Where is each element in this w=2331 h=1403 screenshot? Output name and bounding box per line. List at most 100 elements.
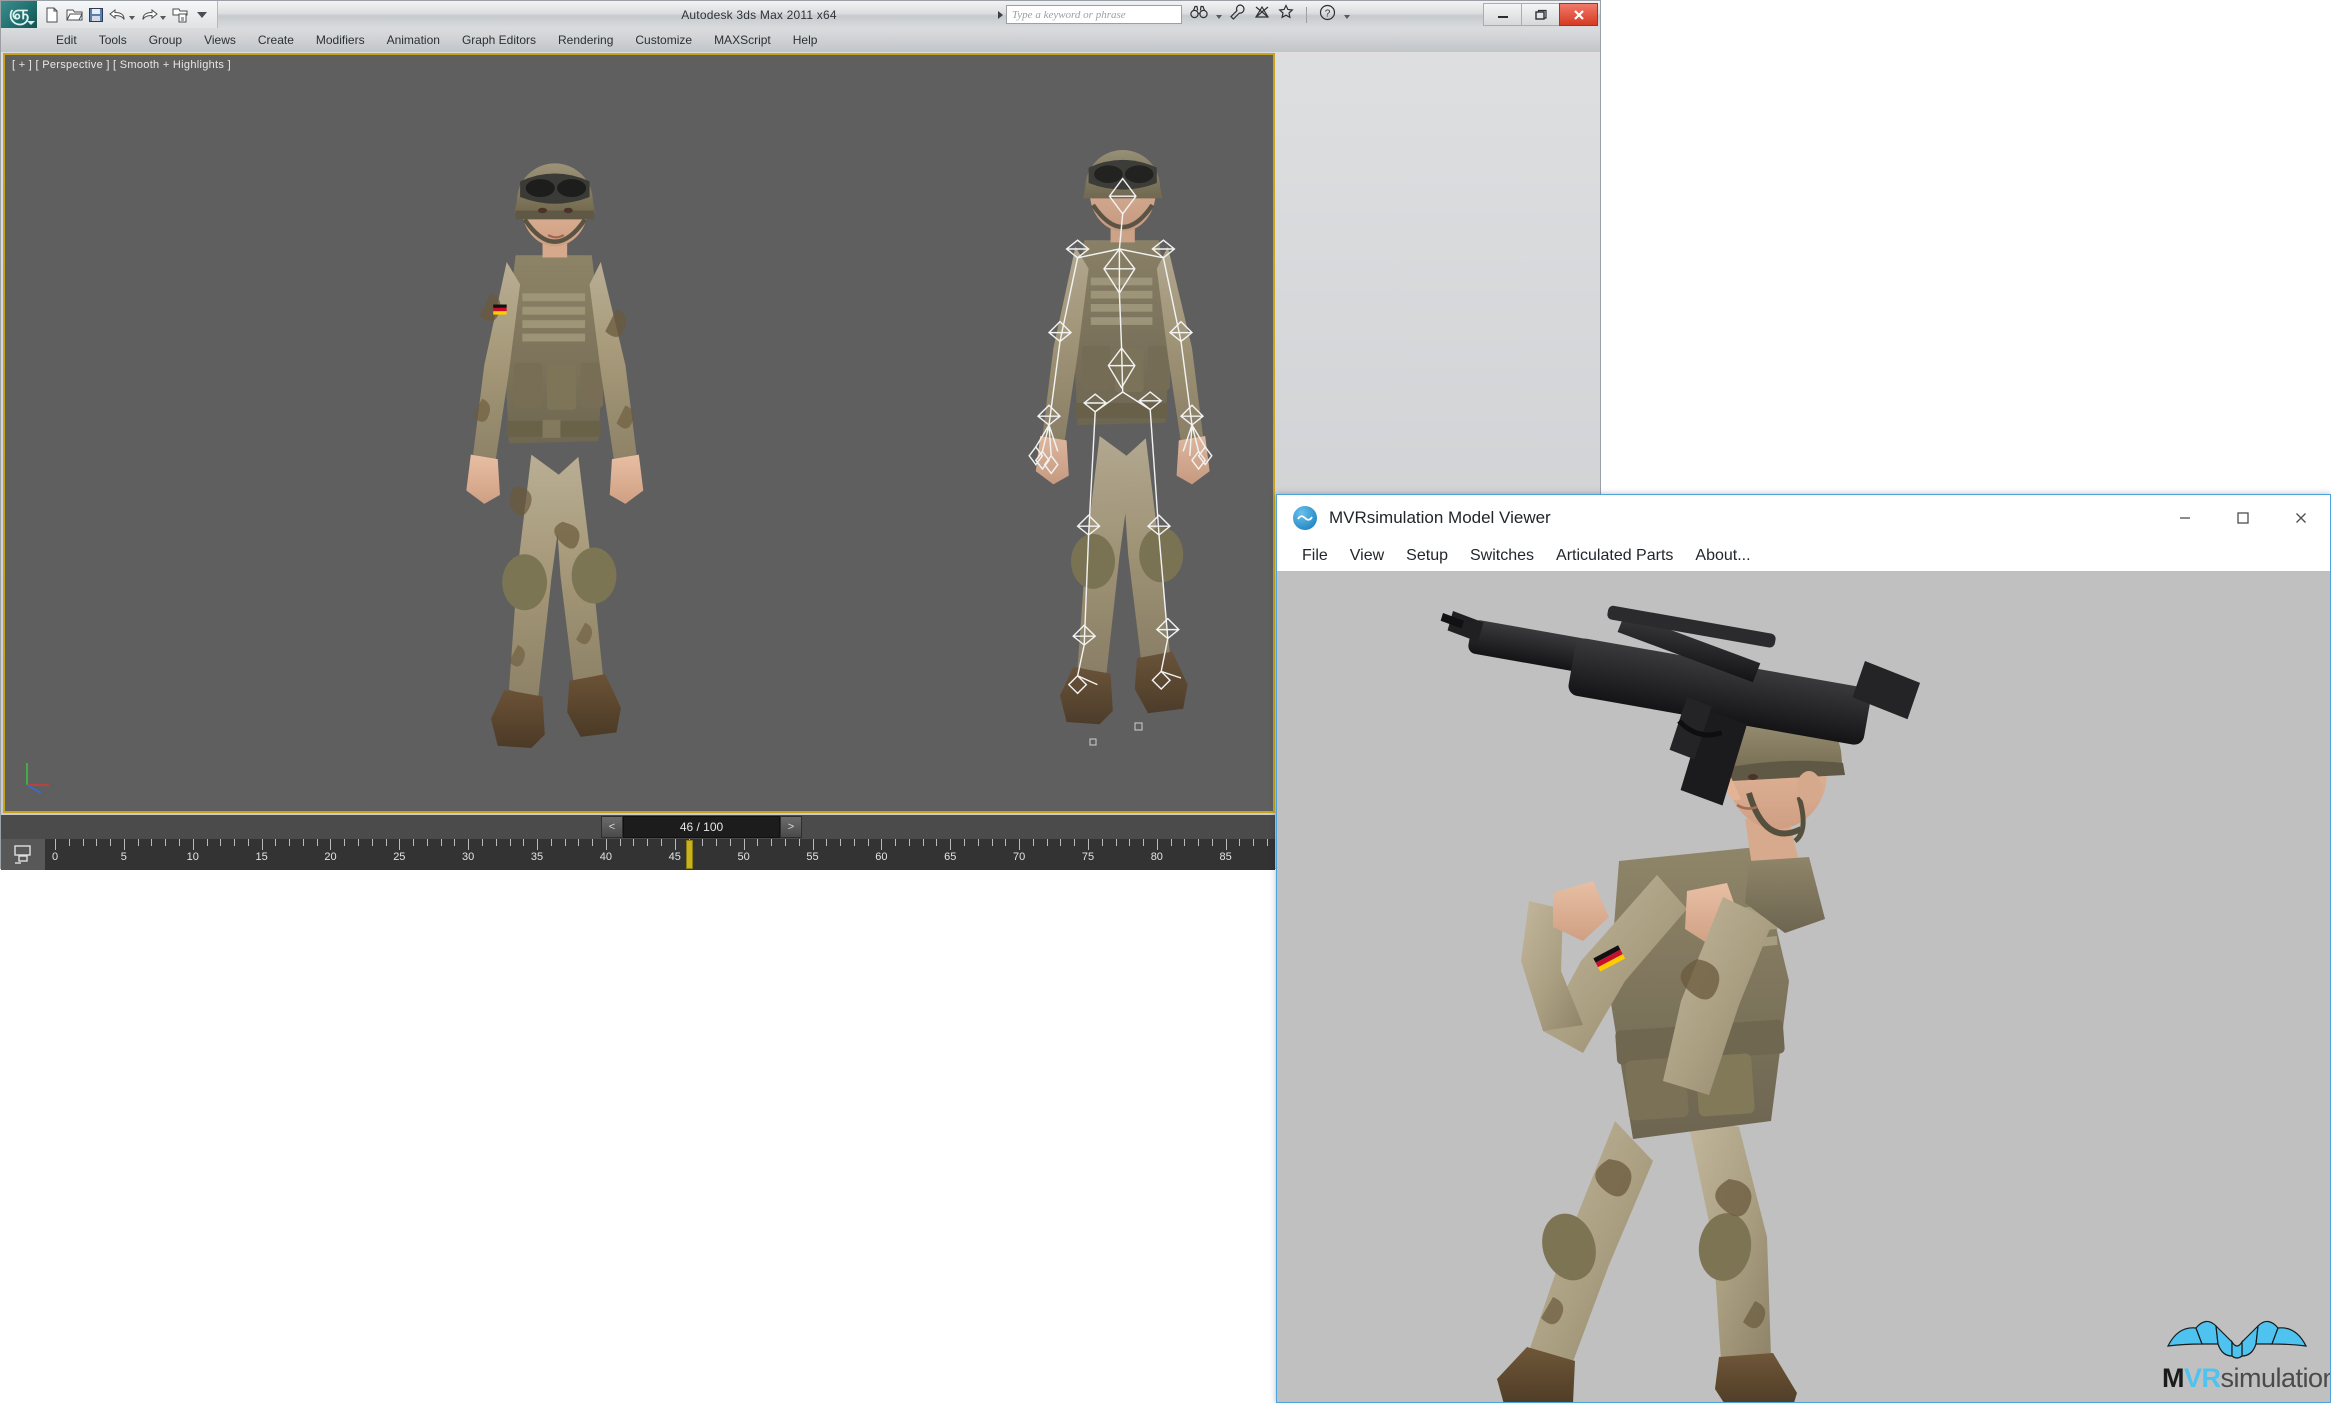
ruler-tick <box>674 839 676 850</box>
ruler-tick <box>950 839 952 850</box>
ruler-tick <box>1225 839 1227 850</box>
new-file-button[interactable] <box>41 4 63 26</box>
ruler-tick <box>330 839 332 850</box>
ruler-tick <box>867 839 869 846</box>
ruler-tick <box>178 839 180 846</box>
ruler-tick <box>234 839 236 846</box>
timeline-ruler[interactable]: 0 5 10 15 20 25 30 35 40 45 50 55 60 65 70 75 80 85 <box>1 839 1275 870</box>
ruler-tick <box>82 839 84 846</box>
mvr-minimize-button[interactable] <box>2156 495 2214 541</box>
help-question-icon[interactable]: ? <box>1319 4 1336 26</box>
mvr-menu-articulated-parts[interactable]: Articulated Parts <box>1545 541 1684 571</box>
mvr-menu-setup[interactable]: Setup <box>1395 541 1459 571</box>
ruler-tick-label: 50 <box>737 851 750 863</box>
wordmark-simulation: simulation <box>2220 1363 2330 1393</box>
frame-readout[interactable]: 46 / 100 <box>623 816 780 838</box>
key-mode-toggle-icon[interactable] <box>1 839 45 870</box>
ruler-tick <box>853 839 855 846</box>
mvr-menu-file[interactable]: File <box>1291 541 1339 571</box>
menu-item-modifiers[interactable]: Modifiers <box>305 28 376 52</box>
ruler-tick <box>661 839 662 846</box>
favorites-star-icon[interactable] <box>1278 4 1294 25</box>
menu-item-create[interactable]: Create <box>247 28 305 52</box>
binoculars-icon[interactable] <box>1190 5 1208 24</box>
ruler-tick <box>1019 839 1021 850</box>
infocenter-expand-icon[interactable] <box>998 10 1003 19</box>
menu-item-maxscript[interactable]: MAXScript <box>703 28 782 52</box>
ruler-tick-label: 75 <box>1081 851 1095 863</box>
ruler-tick-label: 15 <box>255 851 268 863</box>
ruler-tick <box>385 839 387 846</box>
menu-item-graph-editors[interactable]: Graph Editors <box>451 28 547 52</box>
ruler-tick <box>151 839 153 846</box>
svg-text:?: ? <box>1325 8 1331 19</box>
3dsmax-logo-icon[interactable]: ஞ <box>1 1 37 28</box>
subscription-icon[interactable] <box>1254 4 1270 25</box>
undo-dropdown[interactable] <box>129 15 135 20</box>
ruler-tick-label: 65 <box>944 851 957 863</box>
wordmark-vr: VR <box>2184 1363 2221 1393</box>
toolbar-divider <box>1306 6 1307 23</box>
mvr-maximize-button[interactable] <box>2214 495 2272 541</box>
mvr-close-button[interactable] <box>2272 495 2330 541</box>
viewport-3d-scene <box>466 150 1213 749</box>
screenshot-root: ஞ Autodesk 3ds Max 2011 x64 Type a keywo… <box>0 0 2331 1403</box>
ruler-tick <box>964 839 965 846</box>
mvr-viewport[interactable]: MVRsimulation <box>1277 571 2330 1402</box>
timeline-playhead[interactable] <box>685 840 693 869</box>
previous-frame-button[interactable]: < <box>601 816 623 838</box>
ruler-tick <box>1170 839 1172 846</box>
ruler-tick <box>881 839 883 850</box>
ruler-tick <box>564 839 566 846</box>
ruler-tick <box>757 839 759 846</box>
close-button[interactable] <box>1559 3 1598 26</box>
wrench-icon[interactable] <box>1230 4 1246 25</box>
mvr-menu-switches[interactable]: Switches <box>1459 541 1545 571</box>
menu-item-help[interactable]: Help <box>782 28 829 52</box>
ruler-tick-label: 60 <box>875 851 888 863</box>
undo-button[interactable] <box>107 4 129 26</box>
search-input[interactable]: Type a keyword or phrase <box>1006 5 1182 24</box>
menu-item-edit[interactable]: Edit <box>45 28 88 52</box>
chevron-down-icon[interactable] <box>27 21 35 25</box>
perspective-viewport[interactable]: [ + ] [ Perspective ] [ Smooth + Highlig… <box>3 53 1275 813</box>
ruler-tick <box>481 839 483 846</box>
mvrsimulation-wings-icon <box>2166 1320 2308 1359</box>
soldier-model-with-rig <box>1028 150 1213 725</box>
restore-button[interactable] <box>1521 3 1560 26</box>
mvr-menu-view[interactable]: View <box>1339 541 1395 571</box>
open-file-button[interactable] <box>63 4 85 26</box>
viewport-label[interactable]: [ + ] [ Perspective ] [ Smooth + Highlig… <box>12 59 231 71</box>
ruler-tick <box>206 839 208 846</box>
quick-access-customize[interactable] <box>191 4 213 26</box>
chevron-down-icon[interactable] <box>1344 14 1350 19</box>
next-frame-button[interactable]: > <box>780 816 802 838</box>
set-project-folder-button[interactable] <box>169 4 191 26</box>
redo-button[interactable] <box>138 4 160 26</box>
save-file-button[interactable] <box>85 4 107 26</box>
ruler-tick <box>840 839 842 846</box>
ruler-tick <box>165 839 167 846</box>
menu-item-animation[interactable]: Animation <box>376 28 451 52</box>
mvr-menu-about[interactable]: About... <box>1684 541 1761 571</box>
ruler-tick <box>426 839 428 846</box>
ruler-tick <box>371 839 373 846</box>
menu-item-rendering[interactable]: Rendering <box>547 28 624 52</box>
menu-item-group[interactable]: Group <box>138 28 193 52</box>
minimize-button[interactable] <box>1483 3 1522 26</box>
ruler-tick-label: 55 <box>806 851 819 863</box>
ruler-tick <box>440 839 442 846</box>
mvrsimulation-logo: MVRsimulation <box>2162 1314 2330 1393</box>
menu-item-customize[interactable]: Customize <box>624 28 703 52</box>
ruler-tick <box>220 839 222 846</box>
ruler-tick <box>826 839 828 846</box>
ruler-tick-label: 25 <box>393 851 406 863</box>
redo-dropdown[interactable] <box>160 15 166 20</box>
menu-item-tools[interactable]: Tools <box>88 28 138 52</box>
ruler-tick <box>1198 839 1200 846</box>
ruler-tick <box>991 839 993 846</box>
menu-item-views[interactable]: Views <box>193 28 247 52</box>
chevron-down-icon[interactable] <box>1216 14 1222 19</box>
ruler-tick <box>619 839 621 846</box>
ruler-tick <box>454 839 456 846</box>
